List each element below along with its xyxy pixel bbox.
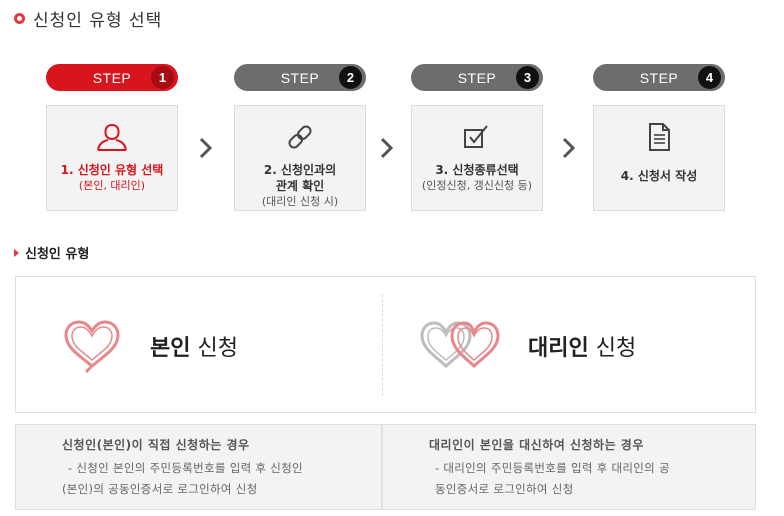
section-title: 신청인 유형 <box>14 243 89 262</box>
step-3-pill: STEP 3 <box>411 64 543 91</box>
agent-info-line: 동인증서로 로그인하여 신청 <box>435 482 574 496</box>
self-info-body: - 신청인 본인의 주민등록번호를 입력 후 신청인 (본인)의 공동인증서로 … <box>62 458 362 500</box>
step-2-name: 2. 신청인과의 <box>263 163 337 177</box>
step-number: 3 <box>516 66 539 89</box>
checkbox-icon <box>462 122 492 152</box>
circle-bullet-icon <box>14 13 25 24</box>
self-apply-label: 본인 신청 <box>150 336 238 361</box>
step-label: STEP <box>280 69 320 86</box>
double-heart-icon <box>420 321 500 369</box>
step-number: 2 <box>339 66 362 89</box>
self-apply-info: 신청인(본인)이 직접 신청하는 경우 - 신청인 본인의 주민등록번호를 입력… <box>15 424 382 510</box>
page-title: 신청인 유형 선택 <box>14 6 162 31</box>
step-label: STEP <box>92 69 132 86</box>
step-1-pill: STEP 1 <box>46 64 178 91</box>
agent-info-line: - 대리인의 주민등록번호를 입력 후 대리인의 공 <box>435 461 670 475</box>
step-3-box: 3. 신청종류선택 (인정신청, 갱신신청 등) <box>411 105 543 211</box>
heart-icon <box>64 320 120 374</box>
step-2-sub: (대리인 신청 시) <box>261 195 339 208</box>
chevron-right-icon <box>380 137 394 159</box>
step-2-pill: STEP 2 <box>234 64 366 91</box>
self-apply-option[interactable]: 본인 신청 <box>62 318 238 374</box>
chevron-right-icon <box>562 137 576 159</box>
step-4-box: 4. 신청서 작성 <box>593 105 725 211</box>
self-info-line: - 신청인 본인의 주민등록번호를 입력 후 신청인 <box>68 461 303 475</box>
agent-apply-option[interactable]: 대리인 신청 <box>418 318 636 374</box>
step-1-box: 1. 신청인 유형 선택 (본인, 대리인) <box>46 105 178 211</box>
agent-apply-label: 대리인 신청 <box>528 336 637 361</box>
step-2-box: 2. 신청인과의 관계 확인 (대리인 신청 시) <box>234 105 366 211</box>
document-icon <box>646 122 672 152</box>
person-icon <box>95 122 129 152</box>
step-number: 4 <box>698 66 721 89</box>
type-divider <box>382 294 383 396</box>
step-3-name: 3. 신청종류선택 <box>435 163 519 177</box>
step-label: STEP <box>639 69 679 86</box>
step-1-sub: (본인, 대리인) <box>78 179 146 192</box>
step-1-name: 1. 신청인 유형 선택 <box>60 163 164 177</box>
step-4-pill: STEP 4 <box>593 64 725 91</box>
step-4-name: 4. 신청서 작성 <box>620 169 698 183</box>
step-number: 1 <box>151 66 174 89</box>
chevron-right-icon <box>199 137 213 159</box>
step-label: STEP <box>457 69 497 86</box>
section-title-text: 신청인 유형 <box>25 247 90 262</box>
agent-info-heading: 대리인이 본인을 대신하여 신청하는 경우 <box>429 438 644 452</box>
self-info-heading: 신청인(본인)이 직접 신청하는 경우 <box>62 438 250 452</box>
step-3-sub: (인정신청, 갱신신청 등) <box>421 179 533 192</box>
page-title-text: 신청인 유형 선택 <box>33 11 163 31</box>
agent-info-body: - 대리인의 주민등록번호를 입력 후 대리인의 공 동인증서로 로그인하여 신… <box>429 458 729 500</box>
self-info-line: (본인)의 공동인증서로 로그인하여 신청 <box>62 482 258 496</box>
link-icon <box>285 122 315 152</box>
step-2-name-line2: 관계 확인 <box>275 179 325 193</box>
agent-apply-info: 대리인이 본인을 대신하여 신청하는 경우 - 대리인의 주민등록번호를 입력 … <box>382 424 756 510</box>
arrow-bullet-icon <box>14 248 19 257</box>
